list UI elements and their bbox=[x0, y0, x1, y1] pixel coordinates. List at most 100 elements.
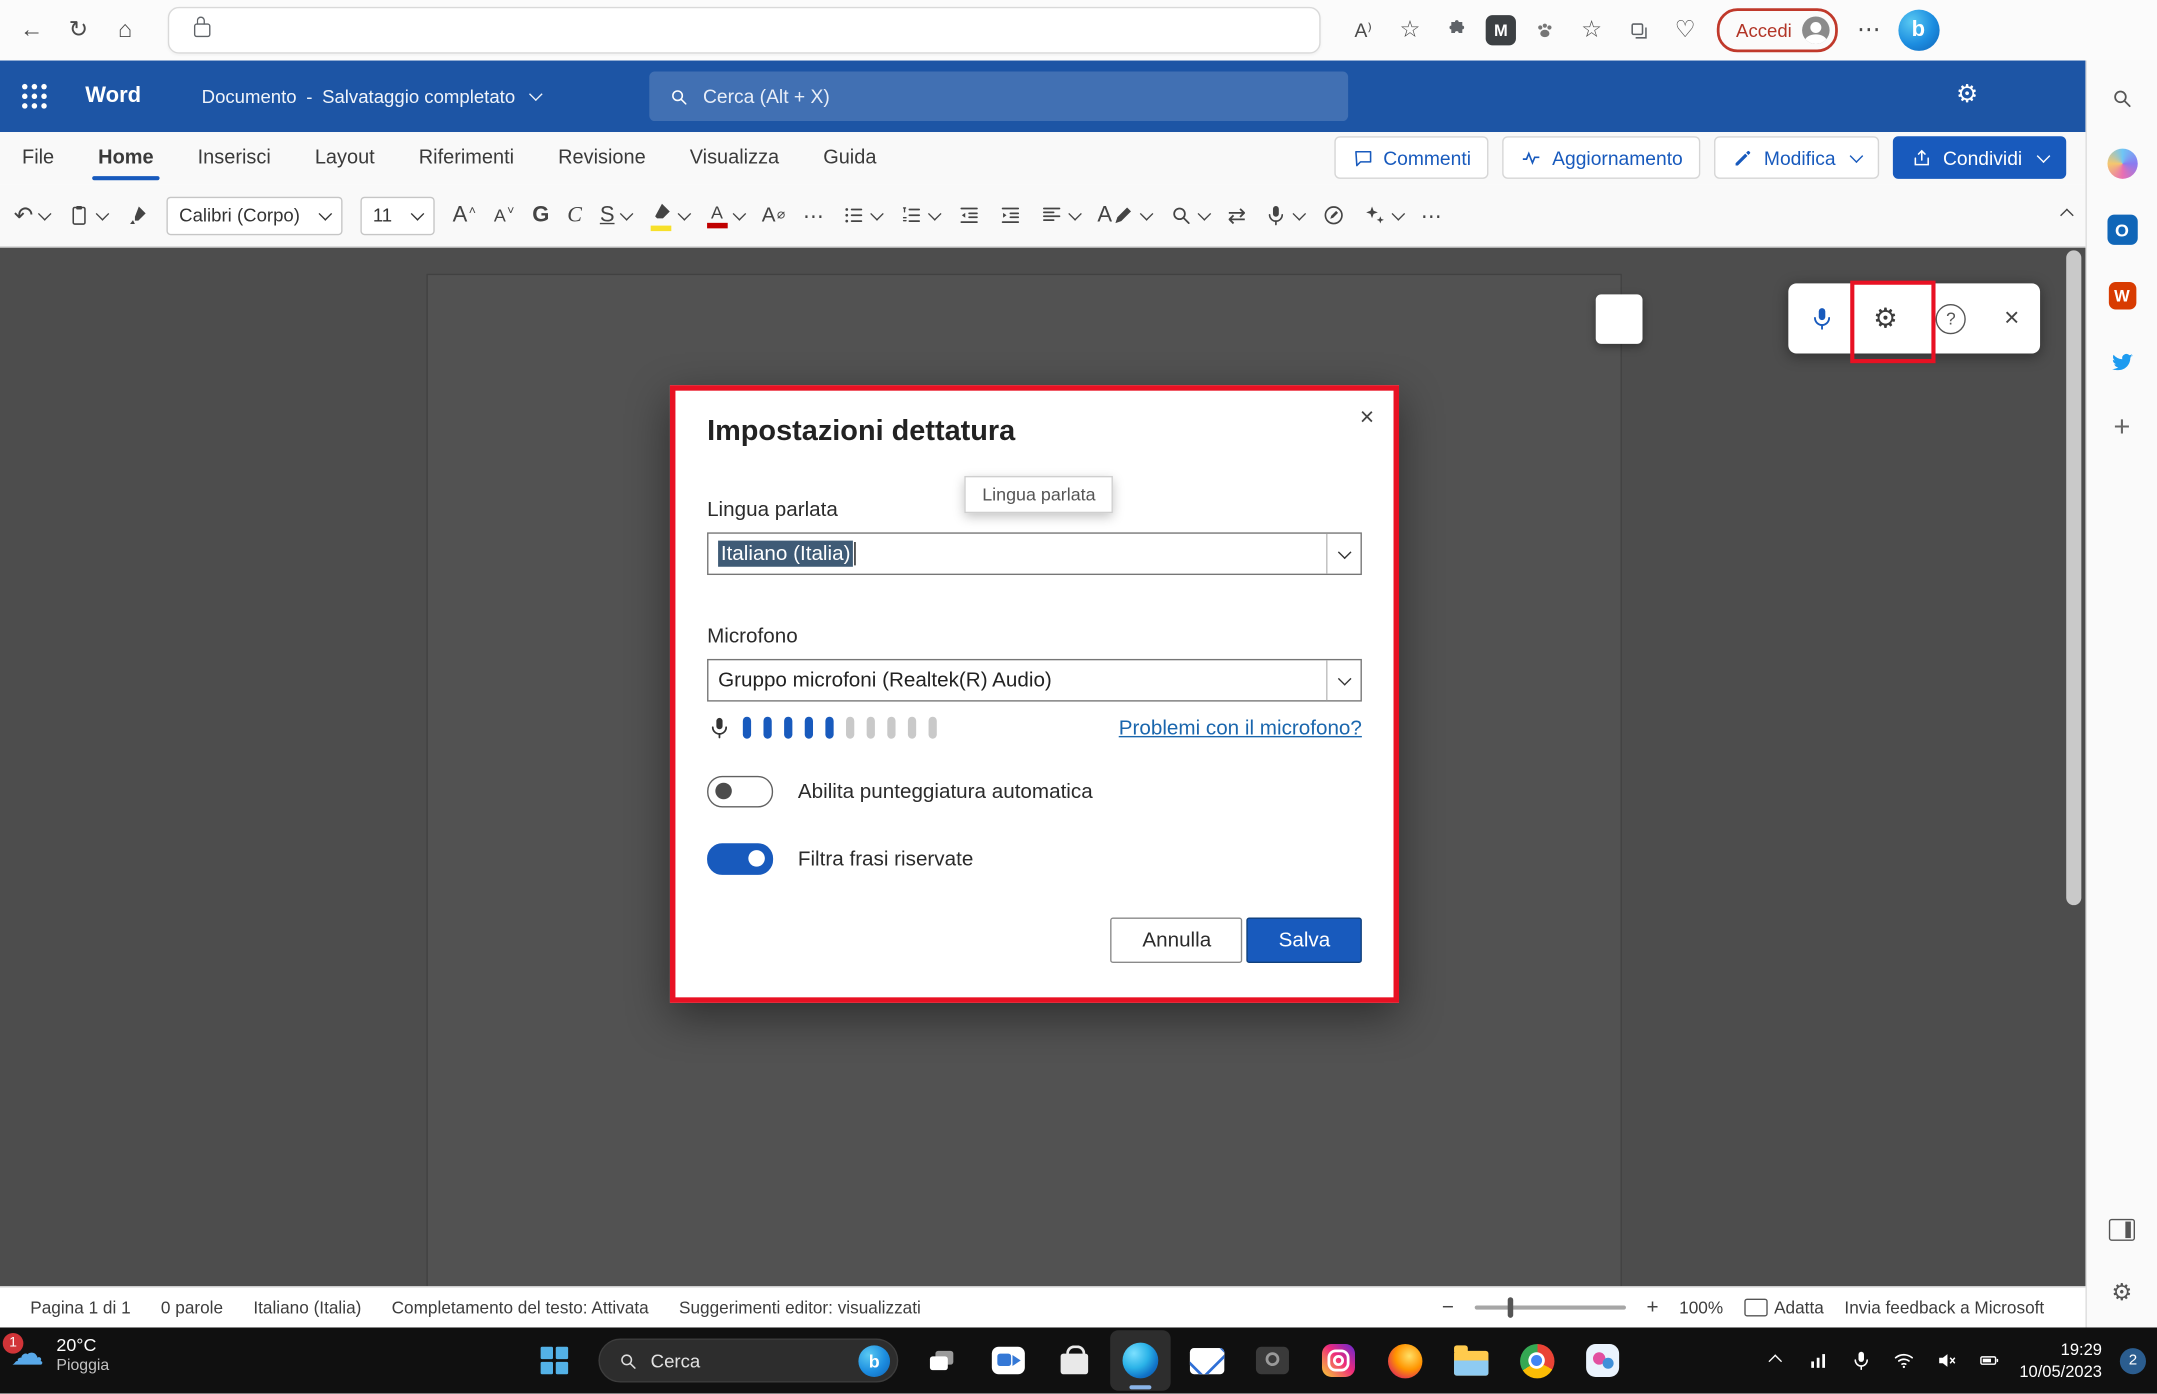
weather-widget[interactable]: ☁1 20°CPioggia bbox=[11, 1334, 109, 1376]
sidebar-add-icon[interactable]: + bbox=[2104, 410, 2140, 446]
sidebar-outlook-icon[interactable]: O bbox=[2104, 212, 2140, 248]
zoom-in-button[interactable]: + bbox=[1646, 1296, 1658, 1319]
header-settings-gear-icon[interactable]: ⚙ bbox=[1956, 80, 1978, 109]
fit-button[interactable]: Adatta bbox=[1744, 1298, 1824, 1317]
favorite-add-icon[interactable]: ☆ bbox=[1389, 10, 1430, 51]
sidebar-search-icon[interactable] bbox=[2104, 80, 2140, 116]
document-scrollbar[interactable] bbox=[2066, 250, 2081, 1282]
bullets-button[interactable] bbox=[842, 204, 882, 227]
mail-taskbar-icon[interactable] bbox=[1176, 1330, 1237, 1391]
word-count[interactable]: 0 parole bbox=[161, 1298, 223, 1317]
feedback-link[interactable]: Invia feedback a Microsoft bbox=[1844, 1298, 2044, 1317]
browser-essentials-icon[interactable]: ♡ bbox=[1665, 10, 1706, 51]
notification-badge[interactable]: 2 bbox=[2120, 1347, 2146, 1373]
camera-taskbar-icon[interactable] bbox=[1242, 1330, 1303, 1391]
read-aloud-icon[interactable]: A⁾ bbox=[1343, 10, 1384, 51]
font-size-select[interactable]: 11 bbox=[360, 196, 434, 235]
wifi-icon[interactable] bbox=[1891, 1350, 1916, 1372]
chat-button[interactable] bbox=[978, 1330, 1039, 1391]
taskbar-search[interactable]: Cerca b bbox=[598, 1338, 898, 1382]
outdent-button[interactable] bbox=[957, 204, 980, 227]
mic-help-link[interactable]: Problemi con il microfono? bbox=[1119, 716, 1362, 739]
sidebar-copilot-icon[interactable] bbox=[2104, 146, 2140, 182]
sidebar-office-icon[interactable]: W bbox=[2104, 278, 2140, 314]
share-button[interactable]: Condividi bbox=[1893, 136, 2066, 179]
file-explorer-taskbar-icon[interactable] bbox=[1440, 1330, 1501, 1391]
back-icon[interactable]: ← bbox=[11, 10, 52, 51]
tab-inserisci[interactable]: Inserisci bbox=[176, 132, 293, 184]
designer-button[interactable] bbox=[1363, 204, 1403, 227]
styles-button[interactable]: A bbox=[1097, 203, 1152, 228]
scrollbar-thumb[interactable] bbox=[2066, 250, 2081, 905]
indent-button[interactable] bbox=[998, 204, 1021, 227]
tab-riferimenti[interactable]: Riferimenti bbox=[397, 132, 536, 184]
clock[interactable]: 19:29 10/05/2023 bbox=[2019, 1338, 2102, 1383]
tab-layout[interactable]: Layout bbox=[293, 132, 397, 184]
tab-revisione[interactable]: Revisione bbox=[536, 132, 668, 184]
refresh-icon[interactable]: ↻ bbox=[58, 10, 99, 51]
cancel-button[interactable]: Annulla bbox=[1111, 918, 1243, 963]
more-font-options-button[interactable]: ⋯ bbox=[803, 203, 824, 228]
browser-menu-icon[interactable]: ⋯ bbox=[1848, 10, 1889, 51]
chrome-taskbar-icon[interactable] bbox=[1506, 1330, 1567, 1391]
numbering-button[interactable] bbox=[899, 204, 939, 227]
paw-extension-icon[interactable] bbox=[1524, 10, 1565, 51]
floating-page-button[interactable] bbox=[1596, 294, 1643, 344]
sidebar-twitter-icon[interactable] bbox=[2104, 344, 2140, 380]
select-chevron[interactable] bbox=[1326, 660, 1360, 700]
firefox-taskbar-icon[interactable] bbox=[1374, 1330, 1435, 1391]
start-button[interactable] bbox=[524, 1330, 585, 1391]
clear-format-button[interactable]: A⌀ bbox=[762, 204, 785, 227]
sign-in-button[interactable]: Accedi bbox=[1717, 8, 1837, 52]
select-chevron[interactable] bbox=[1326, 534, 1360, 574]
filter-phrases-toggle[interactable] bbox=[707, 843, 773, 875]
sidebar-panel-icon[interactable] bbox=[2104, 1212, 2140, 1248]
dictation-close-icon[interactable]: × bbox=[2004, 303, 2019, 333]
microphone-select[interactable]: Gruppo microfoni (Realtek(R) Audio) bbox=[707, 659, 1362, 702]
editor-button[interactable] bbox=[1322, 204, 1345, 227]
store-button[interactable] bbox=[1044, 1330, 1105, 1391]
text-completion-status[interactable]: Completamento del testo: Attivata bbox=[392, 1298, 649, 1317]
zoom-out-button[interactable]: − bbox=[1442, 1296, 1454, 1319]
tab-guida[interactable]: Guida bbox=[801, 132, 898, 184]
document-title-bar[interactable]: Documento - Salvataggio completato bbox=[202, 86, 542, 107]
updates-button[interactable]: Aggiornamento bbox=[1503, 136, 1701, 179]
edge-taskbar-icon[interactable] bbox=[1110, 1330, 1171, 1391]
dictate-button[interactable] bbox=[1264, 204, 1304, 227]
comments-button[interactable]: Commenti bbox=[1334, 136, 1489, 179]
address-bar[interactable] bbox=[168, 7, 1321, 54]
underline-button[interactable]: S bbox=[600, 203, 631, 228]
punctuation-toggle[interactable] bbox=[707, 776, 773, 808]
extension-puzzle-icon[interactable] bbox=[1436, 10, 1477, 51]
editing-mode-button[interactable]: Modifica bbox=[1714, 136, 1879, 179]
volume-muted-icon[interactable] bbox=[1934, 1350, 1959, 1372]
find-button[interactable] bbox=[1170, 204, 1210, 227]
tab-file[interactable]: File bbox=[0, 132, 76, 184]
paste-button[interactable] bbox=[68, 204, 108, 227]
app-launcher-icon[interactable] bbox=[17, 78, 53, 114]
language-select[interactable]: Italiano (Italia) bbox=[707, 532, 1362, 575]
sidebar-settings-gear-icon[interactable]: ⚙ bbox=[2104, 1275, 2140, 1311]
dialog-close-icon[interactable]: × bbox=[1360, 404, 1374, 429]
editor-suggestions-status[interactable]: Suggerimenti editor: visualizzati bbox=[679, 1298, 921, 1317]
paint-taskbar-icon[interactable] bbox=[1572, 1330, 1633, 1391]
grow-font-button[interactable]: A˄ bbox=[453, 203, 476, 228]
zoom-level[interactable]: 100% bbox=[1679, 1298, 1723, 1317]
more-tools-button[interactable]: ⋯ bbox=[1421, 203, 1442, 228]
collapse-ribbon-button[interactable] bbox=[2062, 210, 2072, 220]
dictation-help-icon[interactable]: ? bbox=[1936, 303, 1966, 333]
font-name-select[interactable]: Calibri (Corpo) bbox=[167, 196, 343, 235]
favorites-bar-icon[interactable]: ☆ bbox=[1571, 10, 1612, 51]
page-info[interactable]: Pagina 1 di 1 bbox=[30, 1298, 130, 1317]
tab-home[interactable]: Home bbox=[76, 132, 175, 184]
instagram-taskbar-icon[interactable] bbox=[1308, 1330, 1369, 1391]
dictation-mic-button[interactable] bbox=[1809, 305, 1835, 331]
gmail-extension-icon[interactable]: M bbox=[1486, 15, 1516, 45]
replace-button[interactable]: ⇄ bbox=[1228, 202, 1246, 230]
cellular-bars-icon[interactable] bbox=[1806, 1350, 1831, 1372]
collections-icon[interactable] bbox=[1618, 10, 1659, 51]
tray-mic-icon[interactable] bbox=[1849, 1350, 1874, 1372]
font-color-button[interactable]: A bbox=[707, 203, 744, 228]
bold-button[interactable]: G bbox=[532, 203, 549, 228]
italic-button[interactable]: C bbox=[567, 203, 582, 228]
